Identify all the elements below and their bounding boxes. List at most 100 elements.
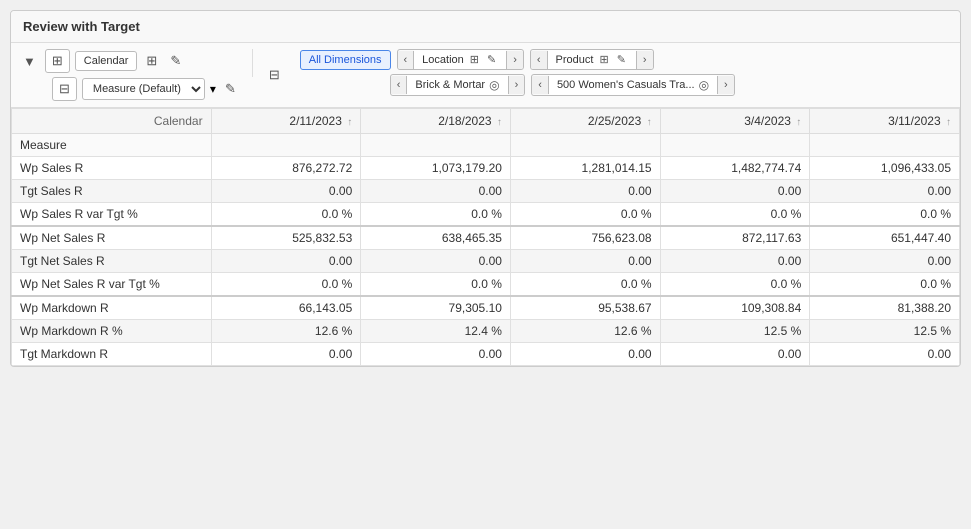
sort-icon-3: ↑ [796, 117, 801, 128]
sort-icon-4: ↑ [946, 117, 951, 128]
cell-value: 0.0 % [211, 203, 361, 227]
cell-value: 1,096,433.05 [810, 157, 960, 180]
edit-calendar-icon[interactable]: ✎ [166, 51, 185, 71]
column-header-row: Calendar 2/11/2023 ↑ 2/18/2023 ↑ 2/25/20… [12, 109, 960, 134]
product-detail-value: 500 Women's Casuals Tra... ◎ [549, 75, 717, 95]
left-controls: ▼ ⊞ Calendar ⊞ ✎ ⊟ Measure (Default) ▾ ✎ [19, 49, 240, 101]
data-table: Calendar 2/11/2023 ↑ 2/18/2023 ↑ 2/25/20… [11, 108, 960, 366]
cell-value: 0.0 % [361, 273, 511, 297]
cell-value: 0.0 % [211, 273, 361, 297]
col-header-2: 2/25/2023 ↑ [510, 109, 660, 134]
table-row: Tgt Net Sales R0.000.000.000.000.00 [12, 250, 960, 273]
layout-icon[interactable]: ⊟ [265, 65, 284, 85]
cell-value: 0.00 [211, 250, 361, 273]
cell-value: 109,308.84 [660, 296, 810, 320]
row-label: Wp Net Sales R var Tgt % [12, 273, 212, 297]
cell-value: 0.0 % [660, 203, 810, 227]
cell-value: 79,305.10 [361, 296, 511, 320]
cell-value: 12.6 % [510, 320, 660, 343]
cell-value: 651,447.40 [810, 226, 960, 250]
main-panel: Review with Target ▼ ⊞ Calendar ⊞ ✎ ⊟ Me… [10, 10, 961, 367]
cell-value: 0.0 % [510, 273, 660, 297]
column-toggle[interactable]: ⊟ [52, 77, 77, 101]
all-dimensions-label: All Dimensions [309, 54, 382, 66]
cell-value: 756,623.08 [510, 226, 660, 250]
cell-value: 638,465.35 [361, 226, 511, 250]
row-label: Tgt Markdown R [12, 343, 212, 366]
calendar-header: Calendar [12, 109, 212, 134]
location-nav-right[interactable]: › [506, 51, 523, 69]
edit-measure-icon[interactable]: ✎ [221, 79, 240, 99]
sort-icon-0: ↑ [347, 117, 352, 128]
expand-button[interactable]: ⊞ [45, 49, 70, 73]
col-header-3: 3/4/2023 ↑ [660, 109, 810, 134]
cell-value: 1,281,014.15 [510, 157, 660, 180]
brick-mortar-nav: ‹ Brick & Mortar ◎ › [390, 74, 526, 96]
cell-value: 0.0 % [361, 203, 511, 227]
calendar-button[interactable]: Calendar [75, 51, 138, 71]
row-label: Wp Markdown R [12, 296, 212, 320]
cell-value: 0.00 [361, 343, 511, 366]
dim-bottom-row: ‹ Brick & Mortar ◎ › ‹ 500 Women's Casua… [390, 74, 735, 96]
brick-mortar-label: Brick & Mortar ◎ [407, 75, 507, 95]
table-row: Wp Markdown R %12.6 %12.4 %12.6 %12.5 %1… [12, 320, 960, 343]
cell-value: 0.00 [510, 250, 660, 273]
location-nav: ‹ Location ⊞ ✎ › [397, 49, 524, 70]
cell-value: 0.00 [660, 180, 810, 203]
product-edit-icon[interactable]: ✎ [615, 53, 628, 66]
calendar-label: Calendar [84, 55, 129, 67]
location-edit-icon[interactable]: ✎ [485, 53, 498, 66]
cell-value: 95,538.67 [510, 296, 660, 320]
cell-value: 0.0 % [660, 273, 810, 297]
all-dimensions-button[interactable]: All Dimensions [300, 50, 391, 70]
cell-value: 0.0 % [810, 273, 960, 297]
table-row: Wp Sales R876,272.721,073,179.201,281,01… [12, 157, 960, 180]
cell-value: 525,832.53 [211, 226, 361, 250]
table-body: Measure Wp Sales R876,272.721,073,179.20… [12, 134, 960, 366]
measure-select[interactable]: Measure (Default) [82, 78, 205, 100]
brick-nav-left[interactable]: ‹ [391, 76, 408, 94]
collapse-button[interactable]: ▼ [19, 52, 40, 71]
divider-1 [252, 49, 253, 77]
row-label: Wp Markdown R % [12, 320, 212, 343]
cell-value: 0.0 % [510, 203, 660, 227]
sort-icon-1: ↑ [497, 117, 502, 128]
location-nav-left[interactable]: ‹ [398, 51, 415, 69]
panel-title: Review with Target [11, 11, 960, 43]
bottom-row: ⊟ Measure (Default) ▾ ✎ [19, 77, 240, 101]
col-header-0: 2/11/2023 ↑ [211, 109, 361, 134]
cell-value: 0.00 [361, 250, 511, 273]
cell-value: 12.5 % [660, 320, 810, 343]
col-header-4: 3/11/2023 ↑ [810, 109, 960, 134]
product-nav-right[interactable]: › [636, 51, 653, 69]
product-nav: ‹ Product ⊞ ✎ › [530, 49, 654, 70]
product-detail-nav-right[interactable]: › [717, 76, 734, 94]
row-label: Wp Sales R var Tgt % [12, 203, 212, 227]
table-row: Wp Net Sales R525,832.53638,465.35756,62… [12, 226, 960, 250]
cell-value: 0.00 [510, 180, 660, 203]
location-hierarchy-icon[interactable]: ⊞ [468, 53, 481, 66]
product-detail-nav: ‹ 500 Women's Casuals Tra... ◎ › [531, 74, 734, 96]
product-hierarchy-icon[interactable]: ⊞ [597, 53, 610, 66]
target-icon-product: ◎ [699, 78, 709, 92]
cell-value: 0.00 [510, 343, 660, 366]
cell-value: 872,117.63 [660, 226, 810, 250]
cell-value: 0.00 [810, 343, 960, 366]
cell-value: 0.00 [810, 250, 960, 273]
cell-value: 12.6 % [211, 320, 361, 343]
row-label: Wp Net Sales R [12, 226, 212, 250]
product-detail-nav-left[interactable]: ‹ [532, 76, 549, 94]
row-label: Wp Sales R [12, 157, 212, 180]
table-row: Tgt Markdown R0.000.000.000.000.00 [12, 343, 960, 366]
measure-group-label: Measure [12, 134, 212, 157]
cell-value: 1,482,774.74 [660, 157, 810, 180]
hierarchy-icon[interactable]: ⊞ [142, 51, 161, 71]
row-label: Tgt Net Sales R [12, 250, 212, 273]
dimension-controls: All Dimensions ‹ Location ⊞ ✎ › ‹ Produc… [300, 49, 735, 96]
product-nav-left[interactable]: ‹ [531, 51, 548, 69]
measure-group-row: Measure [12, 134, 960, 157]
col-header-1: 2/18/2023 ↑ [361, 109, 511, 134]
product-value: Product ⊞ ✎ [548, 50, 636, 69]
brick-nav-right[interactable]: › [508, 76, 525, 94]
table-row: Tgt Sales R0.000.000.000.000.00 [12, 180, 960, 203]
